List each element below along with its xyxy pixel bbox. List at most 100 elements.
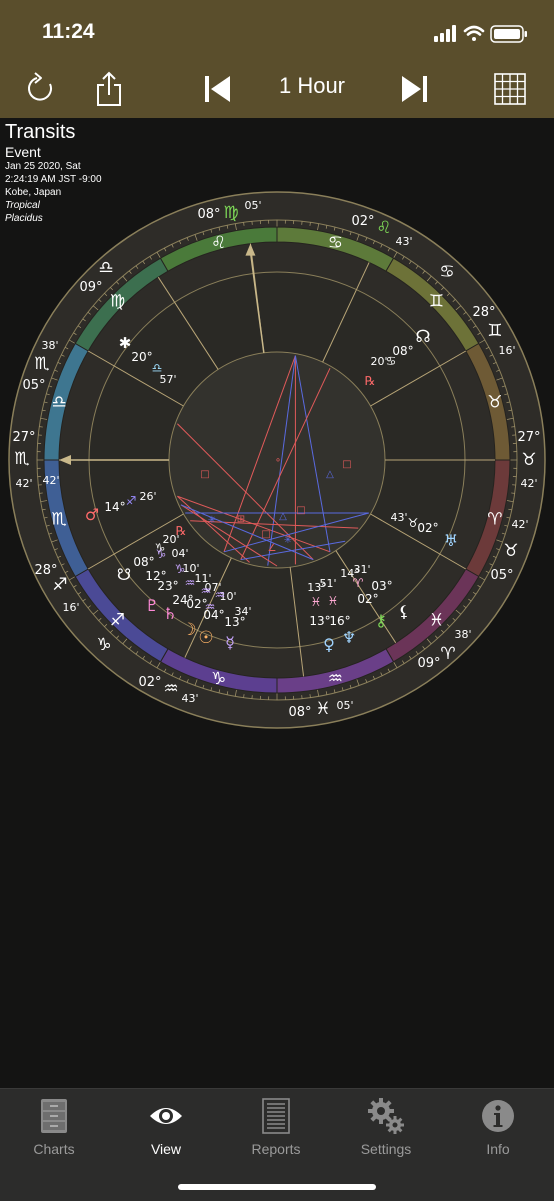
grid-button[interactable] [492,68,528,110]
zodiac-sign-glyph: ♉ [487,393,502,413]
previous-step-button[interactable] [202,68,232,110]
outer-degree-label: ♐ [52,575,67,595]
planet-label: ✱ [119,334,132,352]
cabinet-icon [39,1098,69,1134]
aspect-symbol: □ [296,505,305,516]
planet-label: 57' [159,373,176,386]
aspect-symbol: ⊞ [237,514,245,525]
aspect-symbol: ✳ [208,515,216,526]
planet-label: ♄ [163,604,177,623]
tab-charts[interactable]: Charts [4,1097,104,1157]
outer-degree-label: ♉ [503,541,518,561]
aspect-symbol: □ [342,459,351,470]
planet-label: 51' [319,577,336,590]
planet-label: ⚷ [375,611,387,630]
outer-degree-label: 02° [138,675,161,690]
planet-label: 26' [139,490,156,503]
share-icon [94,71,124,107]
outer-degree-label: 43' [395,235,412,248]
planet-label: ☊ [415,327,430,347]
refresh-icon [26,72,56,106]
planet-label: 08° [133,555,154,569]
outer-degree-label: ♑ [96,635,111,655]
planet-label: ♐ [126,494,137,508]
tab-info[interactable]: Info [448,1097,548,1157]
outer-degree-label: 05' [244,199,261,212]
signal-icon [434,25,456,42]
zodiac-sign-glyph: ♑ [211,669,226,689]
aspect-symbol: △ [326,469,334,480]
planet-label: ♂ [85,505,99,524]
chart-wheel[interactable]: ♍♌♋♊♉♈♓♒♑♐♏♎□□□△△⊞□✳✳∠∘08°♍05'02°♌43'♋28… [0,185,554,745]
outer-degree-label: 42' [42,474,59,487]
refresh-button[interactable] [24,68,58,110]
planet-label: ♓ [328,594,339,608]
outer-degree-label: 05' [336,699,353,712]
battery-icon [491,26,527,42]
zodiac-sign-glyph: ♎ [52,393,67,413]
planet-label: 23° [157,579,178,593]
eye-icon [148,1104,184,1128]
planet-label: 31' [353,563,370,576]
outer-degree-label: 42' [15,477,32,490]
planet-label: ♒ [215,588,226,602]
tab-settings[interactable]: Settings [336,1097,436,1157]
outer-degree-label: ♎ [98,258,113,278]
chart-date: Jan 25 2020, Sat [5,162,102,172]
zodiac-sign-glyph: ♋ [328,233,343,253]
planet-label: ♑ [175,562,186,576]
share-button[interactable] [94,68,124,110]
outer-degree-label: ♌ [376,218,391,238]
chart-time: 2:24:19 AM JST -9:00 [5,175,102,185]
planet-label: 20' [370,355,387,368]
outer-degree-label: 05° [22,378,45,393]
outer-degree-label: 38' [41,339,58,352]
tab-info-label: Info [448,1141,548,1157]
planet-label: 03° [371,579,392,593]
planet-label: 43' [390,511,407,524]
status-icons [434,22,530,46]
aspect-symbol: □ [200,469,209,480]
planet-label: ⚸ [398,602,410,621]
chart-type: Event [5,145,102,159]
tab-view-label: View [116,1141,216,1157]
outer-degree-label: ♋ [439,262,454,282]
outer-degree-label: 28° [472,305,495,320]
outer-degree-label: ♓ [315,699,330,719]
planet-label: ℞ [365,374,376,388]
zodiac-sign-glyph: ♊ [429,292,444,312]
planet-label: 02° [417,521,438,535]
zodiac-sign-glyph: ♓ [429,610,444,630]
tab-reports[interactable]: Reports [226,1097,326,1157]
time-step-label[interactable]: 1 Hour [262,73,362,99]
outer-degree-label: 02° [351,214,374,229]
home-indicator [178,1184,376,1190]
planet-label: 02° [357,592,378,606]
planet-label: ♇ [145,596,159,615]
status-time: 11:24 [42,20,95,44]
chart-title: Transits [5,122,102,142]
aspect-symbol: ✳ [284,535,292,546]
zodiac-sign-glyph: ♐ [110,610,125,630]
outer-degree-label: 08° [197,207,220,222]
next-step-button[interactable] [400,68,430,110]
zodiac-sign-glyph: ♒ [328,669,343,689]
planet-label: ♈ [353,576,364,590]
planet-label: ♑ [156,547,167,561]
tab-view[interactable]: View [116,1097,216,1157]
planet-label: 04' [171,547,188,560]
info-icon [481,1099,515,1133]
skip-back-icon [203,74,231,104]
outer-degree-label: 08° [288,705,311,720]
aspect-symbol: △ [279,511,287,522]
wifi-icon [465,27,483,41]
planet-label: ☽ [181,620,196,640]
grid-icon [493,72,527,106]
aspect-symbol: ∘ [275,455,281,466]
document-icon [262,1098,290,1134]
planet-label: ☿ [225,633,235,652]
tab-charts-label: Charts [4,1141,104,1157]
outer-degree-label: ♏ [14,449,29,469]
outer-degree-label: 38' [454,628,471,641]
zodiac-sign-glyph: ♈ [487,509,502,529]
